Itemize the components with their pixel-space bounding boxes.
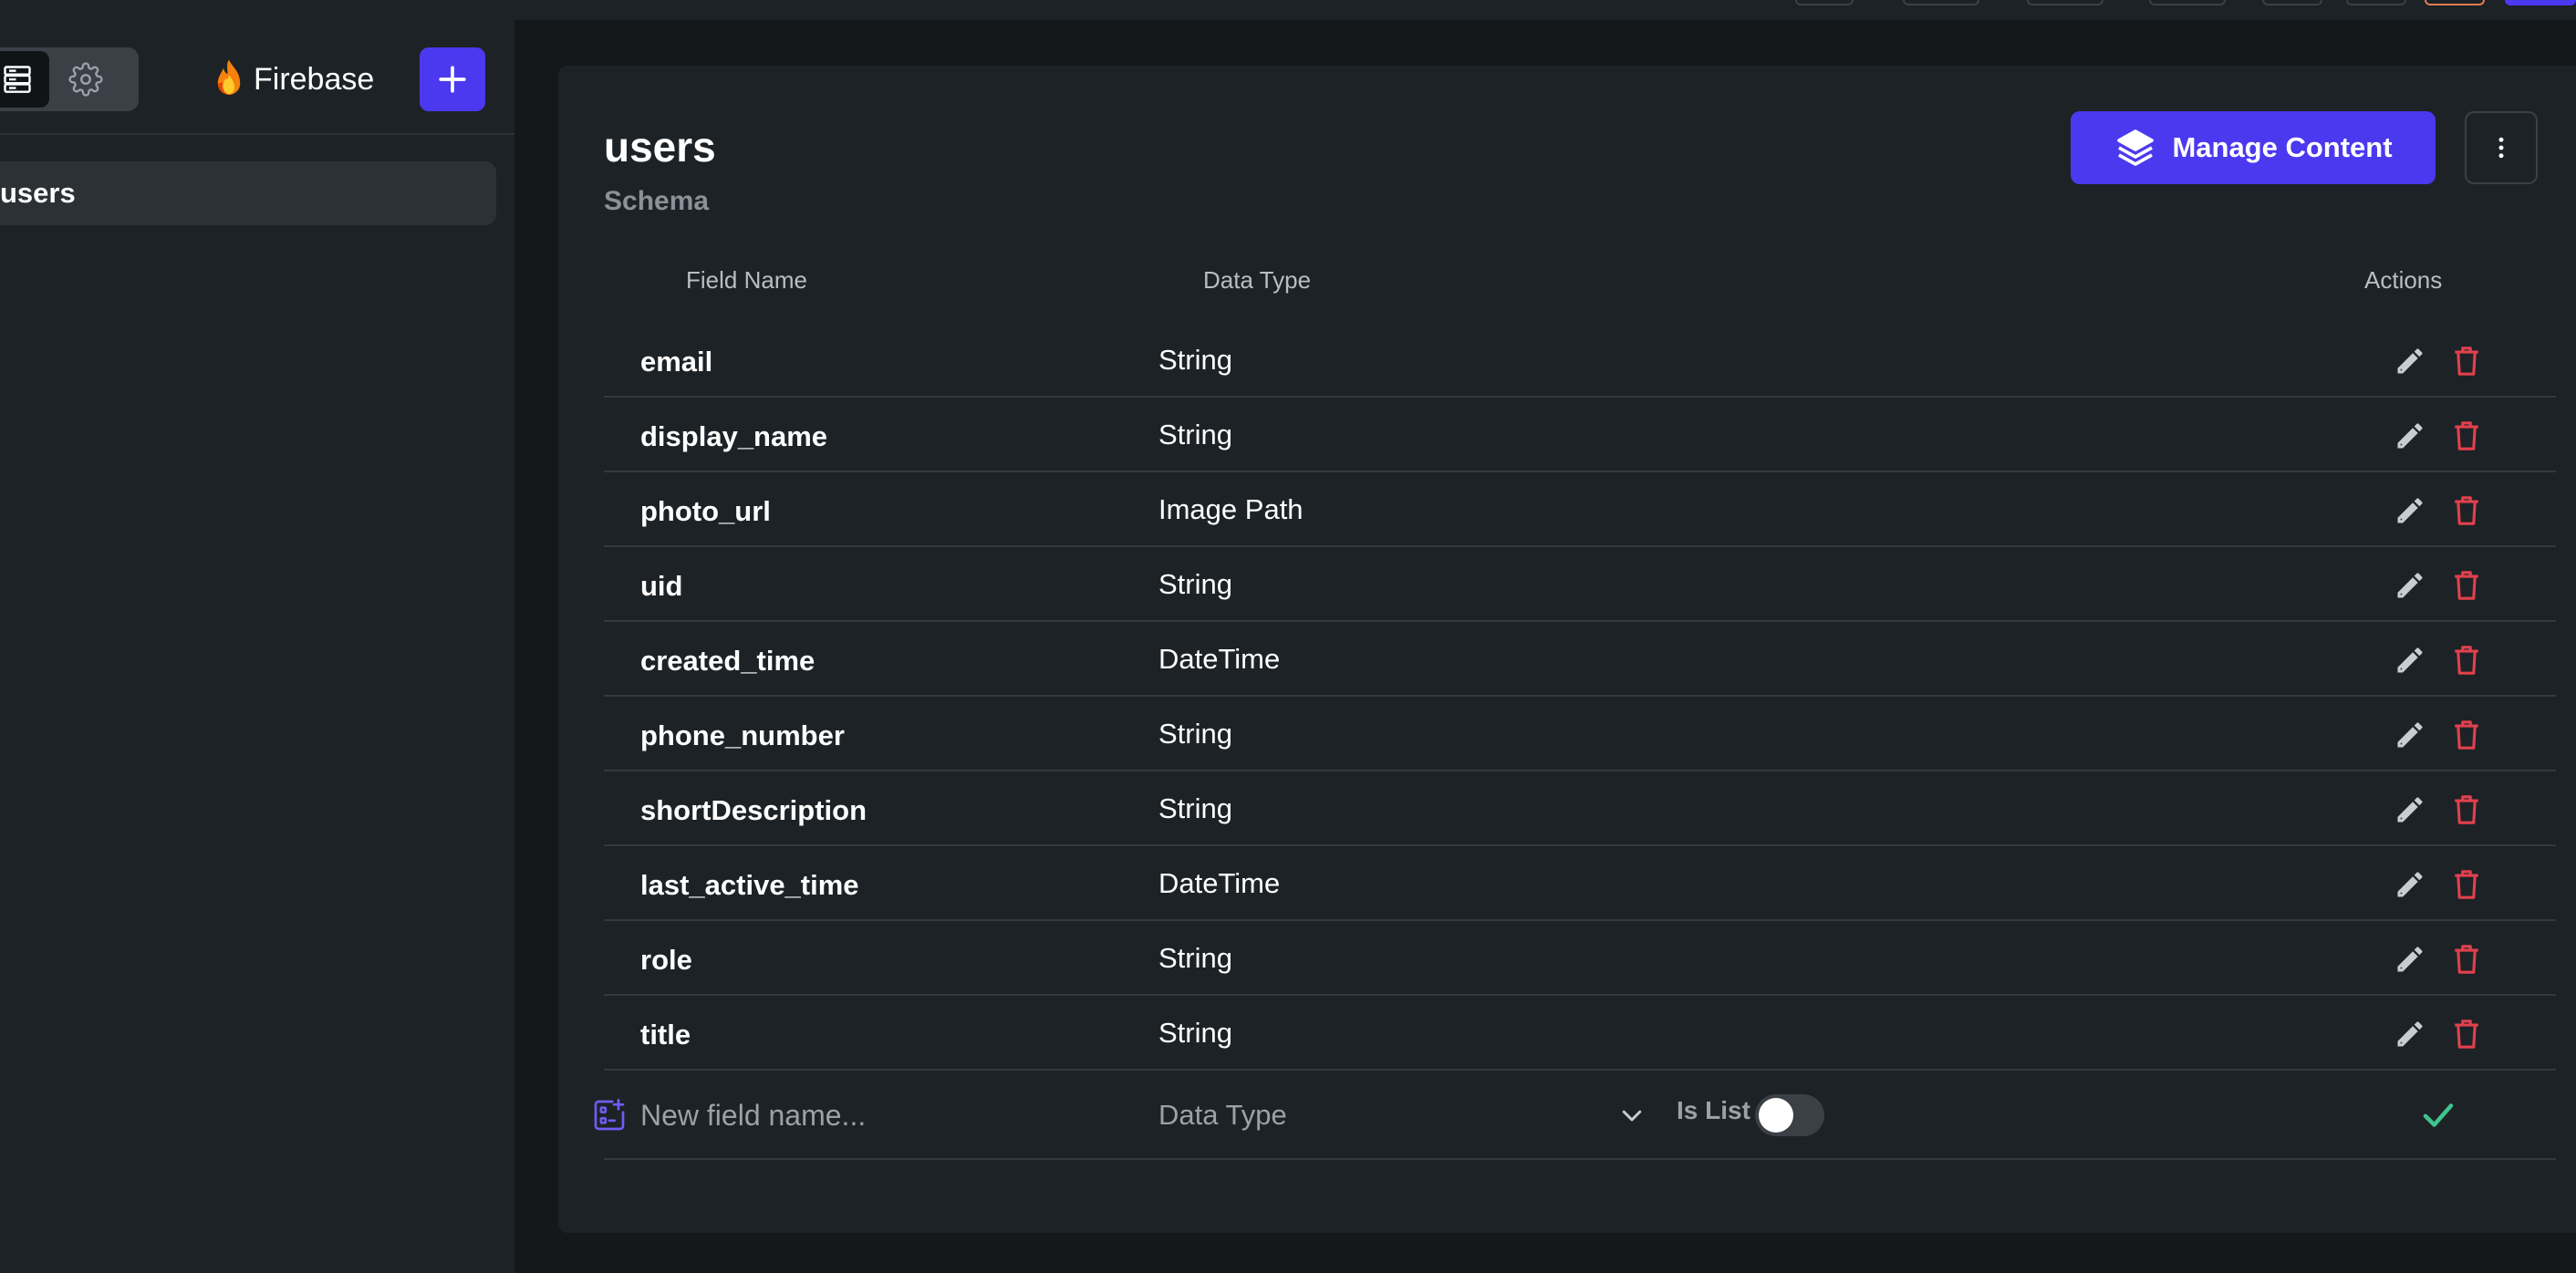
field-name: uid — [640, 570, 683, 602]
field-name: phone_number — [640, 719, 845, 751]
more-options-button[interactable] — [2465, 111, 2538, 184]
edit-icon[interactable] — [2392, 642, 2428, 678]
table-row[interactable]: phone_number String — [604, 697, 2556, 771]
manage-content-button[interactable]: Manage Content — [2071, 111, 2436, 184]
field-name: photo_url — [640, 495, 771, 527]
field-name: display_name — [640, 420, 828, 452]
settings-view-button[interactable] — [55, 51, 117, 108]
new-field-name-input[interactable] — [640, 1092, 1133, 1138]
delete-icon[interactable] — [2448, 343, 2485, 379]
page-subtitle: Schema — [604, 186, 710, 216]
field-name: last_active_time — [640, 869, 859, 901]
sidebar-header: Firebase — [0, 20, 514, 135]
field-data-type: String — [1158, 792, 1232, 824]
top-bar-control[interactable] — [2346, 0, 2406, 5]
table-row[interactable]: role String — [604, 921, 2556, 996]
top-bar — [0, 0, 2576, 20]
field-data-type: String — [1158, 344, 1232, 376]
is-list-toggle[interactable] — [1755, 1094, 1824, 1136]
delete-icon[interactable] — [2448, 792, 2485, 828]
edit-icon[interactable] — [2392, 492, 2428, 529]
edit-icon[interactable] — [2392, 343, 2428, 379]
table-row[interactable]: last_active_time DateTime — [604, 846, 2556, 921]
data-type-placeholder: Data Type — [1158, 1099, 1287, 1131]
delete-icon[interactable] — [2448, 717, 2485, 753]
edit-icon[interactable] — [2392, 717, 2428, 753]
firebase-flame-icon — [217, 59, 241, 95]
edit-icon[interactable] — [2392, 941, 2428, 978]
layers-icon — [2117, 129, 2155, 166]
field-name: shortDescription — [640, 794, 867, 826]
top-bar-control[interactable] — [2505, 0, 2576, 5]
data-type-select[interactable]: Data Type — [1158, 1089, 1615, 1142]
column-header-actions: Actions — [2364, 266, 2443, 294]
brand-label: Firebase — [254, 61, 375, 97]
gear-icon — [68, 62, 103, 97]
table-row[interactable]: shortDescription String — [604, 771, 2556, 846]
new-field-row: Data Type Is List — [594, 1071, 2556, 1160]
sidebar: Firebase users — [0, 20, 514, 1273]
field-data-type: Image Path — [1158, 493, 1304, 525]
is-list-label: Is List — [1677, 1096, 1750, 1124]
table-row[interactable]: uid String — [604, 547, 2556, 622]
check-icon[interactable] — [2419, 1096, 2457, 1134]
field-name: email — [640, 346, 713, 378]
collection-item-users[interactable]: users — [0, 161, 496, 225]
top-bar-control[interactable] — [2262, 0, 2322, 5]
collection-item-label: users — [0, 177, 76, 209]
schema-panel: users Schema Manage Content Field Name D… — [558, 66, 2576, 1233]
field-data-type: String — [1158, 568, 1232, 600]
delete-icon[interactable] — [2448, 941, 2485, 978]
new-field-icon — [594, 1099, 625, 1131]
field-data-type: String — [1158, 1017, 1232, 1049]
field-name: role — [640, 944, 692, 976]
plus-icon — [439, 66, 466, 93]
delete-icon[interactable] — [2448, 1016, 2485, 1052]
top-bar-control[interactable] — [2149, 0, 2226, 5]
delete-icon[interactable] — [2448, 642, 2485, 678]
top-bar-control[interactable] — [2425, 0, 2485, 5]
top-bar-control[interactable] — [2027, 0, 2103, 5]
database-icon — [4, 66, 31, 93]
add-collection-button[interactable] — [420, 47, 485, 111]
manage-content-label: Manage Content — [2172, 131, 2393, 163]
edit-icon[interactable] — [2392, 866, 2428, 903]
page-title: users — [604, 123, 716, 171]
view-toggle — [0, 47, 139, 111]
delete-icon[interactable] — [2448, 866, 2485, 903]
field-name: title — [640, 1019, 691, 1050]
column-header-data-type: Data Type — [1203, 266, 1312, 294]
edit-icon[interactable] — [2392, 792, 2428, 828]
field-data-type: DateTime — [1158, 867, 1281, 899]
field-data-type: String — [1158, 718, 1232, 750]
edit-icon[interactable] — [2392, 418, 2428, 454]
field-data-type: String — [1158, 419, 1232, 450]
field-data-type: String — [1158, 942, 1232, 974]
field-data-type: DateTime — [1158, 643, 1281, 675]
edit-icon[interactable] — [2392, 567, 2428, 604]
top-bar-control[interactable] — [1903, 0, 1979, 5]
firebase-brand: Firebase — [212, 58, 374, 100]
database-view-button[interactable] — [0, 51, 49, 108]
table-row[interactable]: created_time DateTime — [604, 622, 2556, 697]
toggle-knob — [1759, 1098, 1793, 1133]
delete-icon[interactable] — [2448, 492, 2485, 529]
field-name: created_time — [640, 645, 815, 677]
column-header-field-name: Field Name — [686, 266, 807, 294]
table-row[interactable]: display_name String — [604, 398, 2556, 472]
more-vertical-icon — [2498, 137, 2504, 159]
chevron-down-icon[interactable] — [1618, 1102, 1646, 1129]
delete-icon[interactable] — [2448, 418, 2485, 454]
table-row[interactable]: email String — [604, 323, 2556, 398]
schema-table: email String display_name String photo_url Im… — [594, 323, 2556, 1160]
table-row[interactable]: photo_url Image Path — [604, 472, 2556, 547]
table-row[interactable]: title String — [604, 996, 2556, 1071]
top-bar-control[interactable] — [1795, 0, 1854, 5]
edit-icon[interactable] — [2392, 1016, 2428, 1052]
delete-icon[interactable] — [2448, 567, 2485, 604]
